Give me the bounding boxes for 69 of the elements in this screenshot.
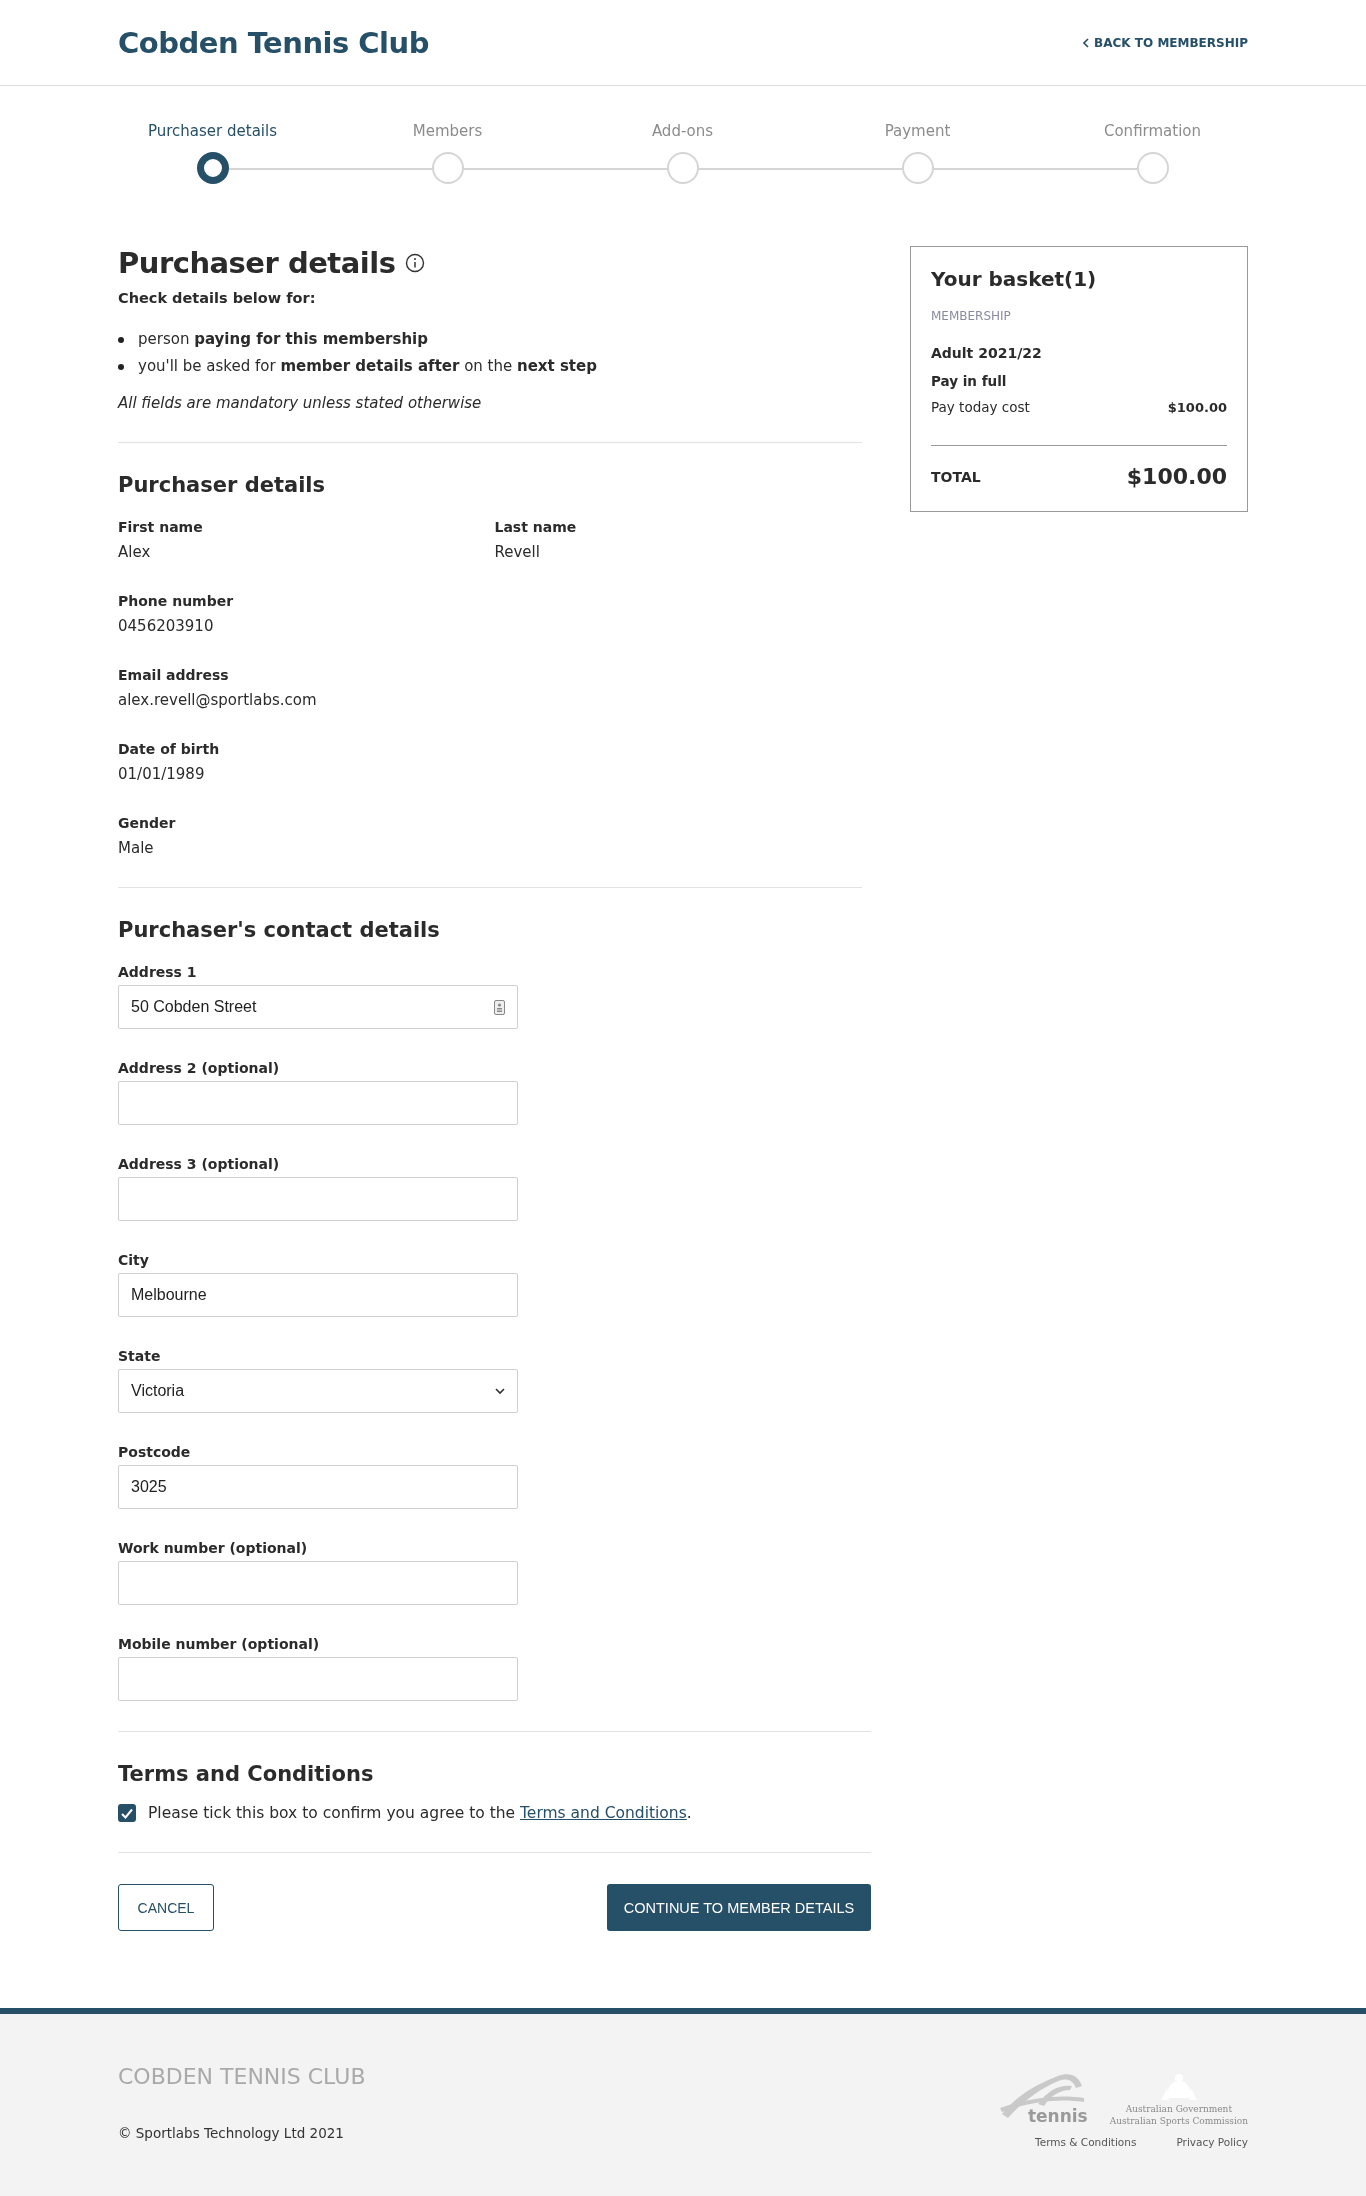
input-field[interactable]: 3025 xyxy=(118,1465,518,1509)
input-field[interactable]: 50 Cobden Street xyxy=(118,985,518,1029)
cost-value: $100.00 xyxy=(1167,399,1227,415)
club-title: Cobden Tennis Club xyxy=(118,25,429,60)
field-label: Address 2 (optional) xyxy=(118,1060,281,1076)
basket-item: Adult 2021/22 xyxy=(931,345,1043,361)
terms-text: Please tick this box to confirm you agree to the Terms and Conditions. xyxy=(148,1804,692,1822)
payment-plan: Pay in full xyxy=(931,373,1008,389)
field-label: Work number (optional) xyxy=(118,1540,309,1556)
field-value: 0456203910 xyxy=(118,617,215,635)
copyright-text: © Sportlabs Technology Ltd 2021 xyxy=(118,2125,345,2141)
field-value: alex.revell@sportlabs.com xyxy=(118,691,318,709)
footer-link[interactable]: Privacy Policy xyxy=(1176,2136,1248,2148)
field-label: Address 1 xyxy=(118,964,198,980)
bullet-item: you'll be asked for member details after on the next step xyxy=(138,356,597,377)
field-value: Revell xyxy=(494,543,541,561)
field-label: City xyxy=(118,1252,150,1268)
info-icon xyxy=(405,253,426,273)
input-field[interactable] xyxy=(118,1177,518,1221)
state-dropdown[interactable]: Victoria xyxy=(118,1369,518,1413)
footer-club-name: COBDEN TENNIS CLUB xyxy=(118,2064,366,2089)
bullet-item: person paying for this membership xyxy=(138,329,428,350)
input-field[interactable] xyxy=(118,1561,518,1605)
checkmark-icon xyxy=(121,1807,133,1819)
field-label: Email address xyxy=(118,667,230,683)
input-field[interactable] xyxy=(118,1657,518,1701)
input-field[interactable] xyxy=(118,1081,518,1125)
logo-text: Australian Sports Commission xyxy=(1109,2116,1248,2126)
field-label: Phone number xyxy=(118,593,235,609)
field-label: Mobile number (optional) xyxy=(118,1636,321,1652)
page-heading: Purchaser details xyxy=(118,246,396,280)
step-label: Add-ons xyxy=(651,122,714,140)
step-label: Members xyxy=(412,122,483,140)
field-label: Gender xyxy=(118,815,177,831)
cancel-button[interactable]: CANCEL xyxy=(118,1884,214,1931)
total-label: TOTAL xyxy=(931,468,981,485)
total-value: $100.00 xyxy=(1126,464,1227,489)
field-label: Last name xyxy=(494,519,578,535)
field-label: Date of birth xyxy=(118,741,221,757)
field-label: State xyxy=(118,1348,162,1364)
terms-link[interactable]: Terms and Conditions xyxy=(520,1804,687,1822)
continue-button[interactable]: CONTINUE TO MEMBER DETAILS xyxy=(607,1884,871,1931)
logo-text: Australian Government xyxy=(1125,2104,1233,2114)
checkbox[interactable] xyxy=(118,1804,136,1822)
section-heading: Purchaser details xyxy=(118,473,327,497)
mandatory-note: All fields are mandatory unless stated otherwise xyxy=(118,394,483,412)
chevron-left-icon xyxy=(1083,37,1090,48)
basket-title: Your basket(1) xyxy=(931,267,1098,291)
cost-label: Pay today cost xyxy=(931,399,1030,415)
field-label: First name xyxy=(118,519,204,535)
step-label: Purchaser details xyxy=(148,122,277,140)
input-field[interactable]: Melbourne xyxy=(118,1273,518,1317)
field-label: Postcode xyxy=(118,1444,192,1460)
section-heading: Purchaser's contact details xyxy=(118,918,441,942)
bullet-icon xyxy=(118,363,124,370)
section-heading: Terms and Conditions xyxy=(118,1762,375,1786)
basket-category: MEMBERSHIP xyxy=(931,309,1012,323)
field-value: 01/01/1989 xyxy=(118,765,206,783)
field-label: Address 3 (optional) xyxy=(118,1156,281,1172)
field-value: Alex xyxy=(118,543,152,561)
logo-text: tennis xyxy=(1027,2106,1088,2126)
footer-link[interactable]: Terms & Conditions xyxy=(1035,2136,1137,2148)
field-value: Male xyxy=(118,839,155,857)
chevron-down-icon xyxy=(495,1387,505,1395)
intro-text: Check details below for: xyxy=(118,290,317,306)
back-link[interactable]: BACK TO MEMBERSHIP xyxy=(1083,35,1248,50)
bullet-icon xyxy=(118,336,124,343)
step-label: Payment xyxy=(884,122,951,140)
step-label: Confirmation xyxy=(1103,122,1201,140)
